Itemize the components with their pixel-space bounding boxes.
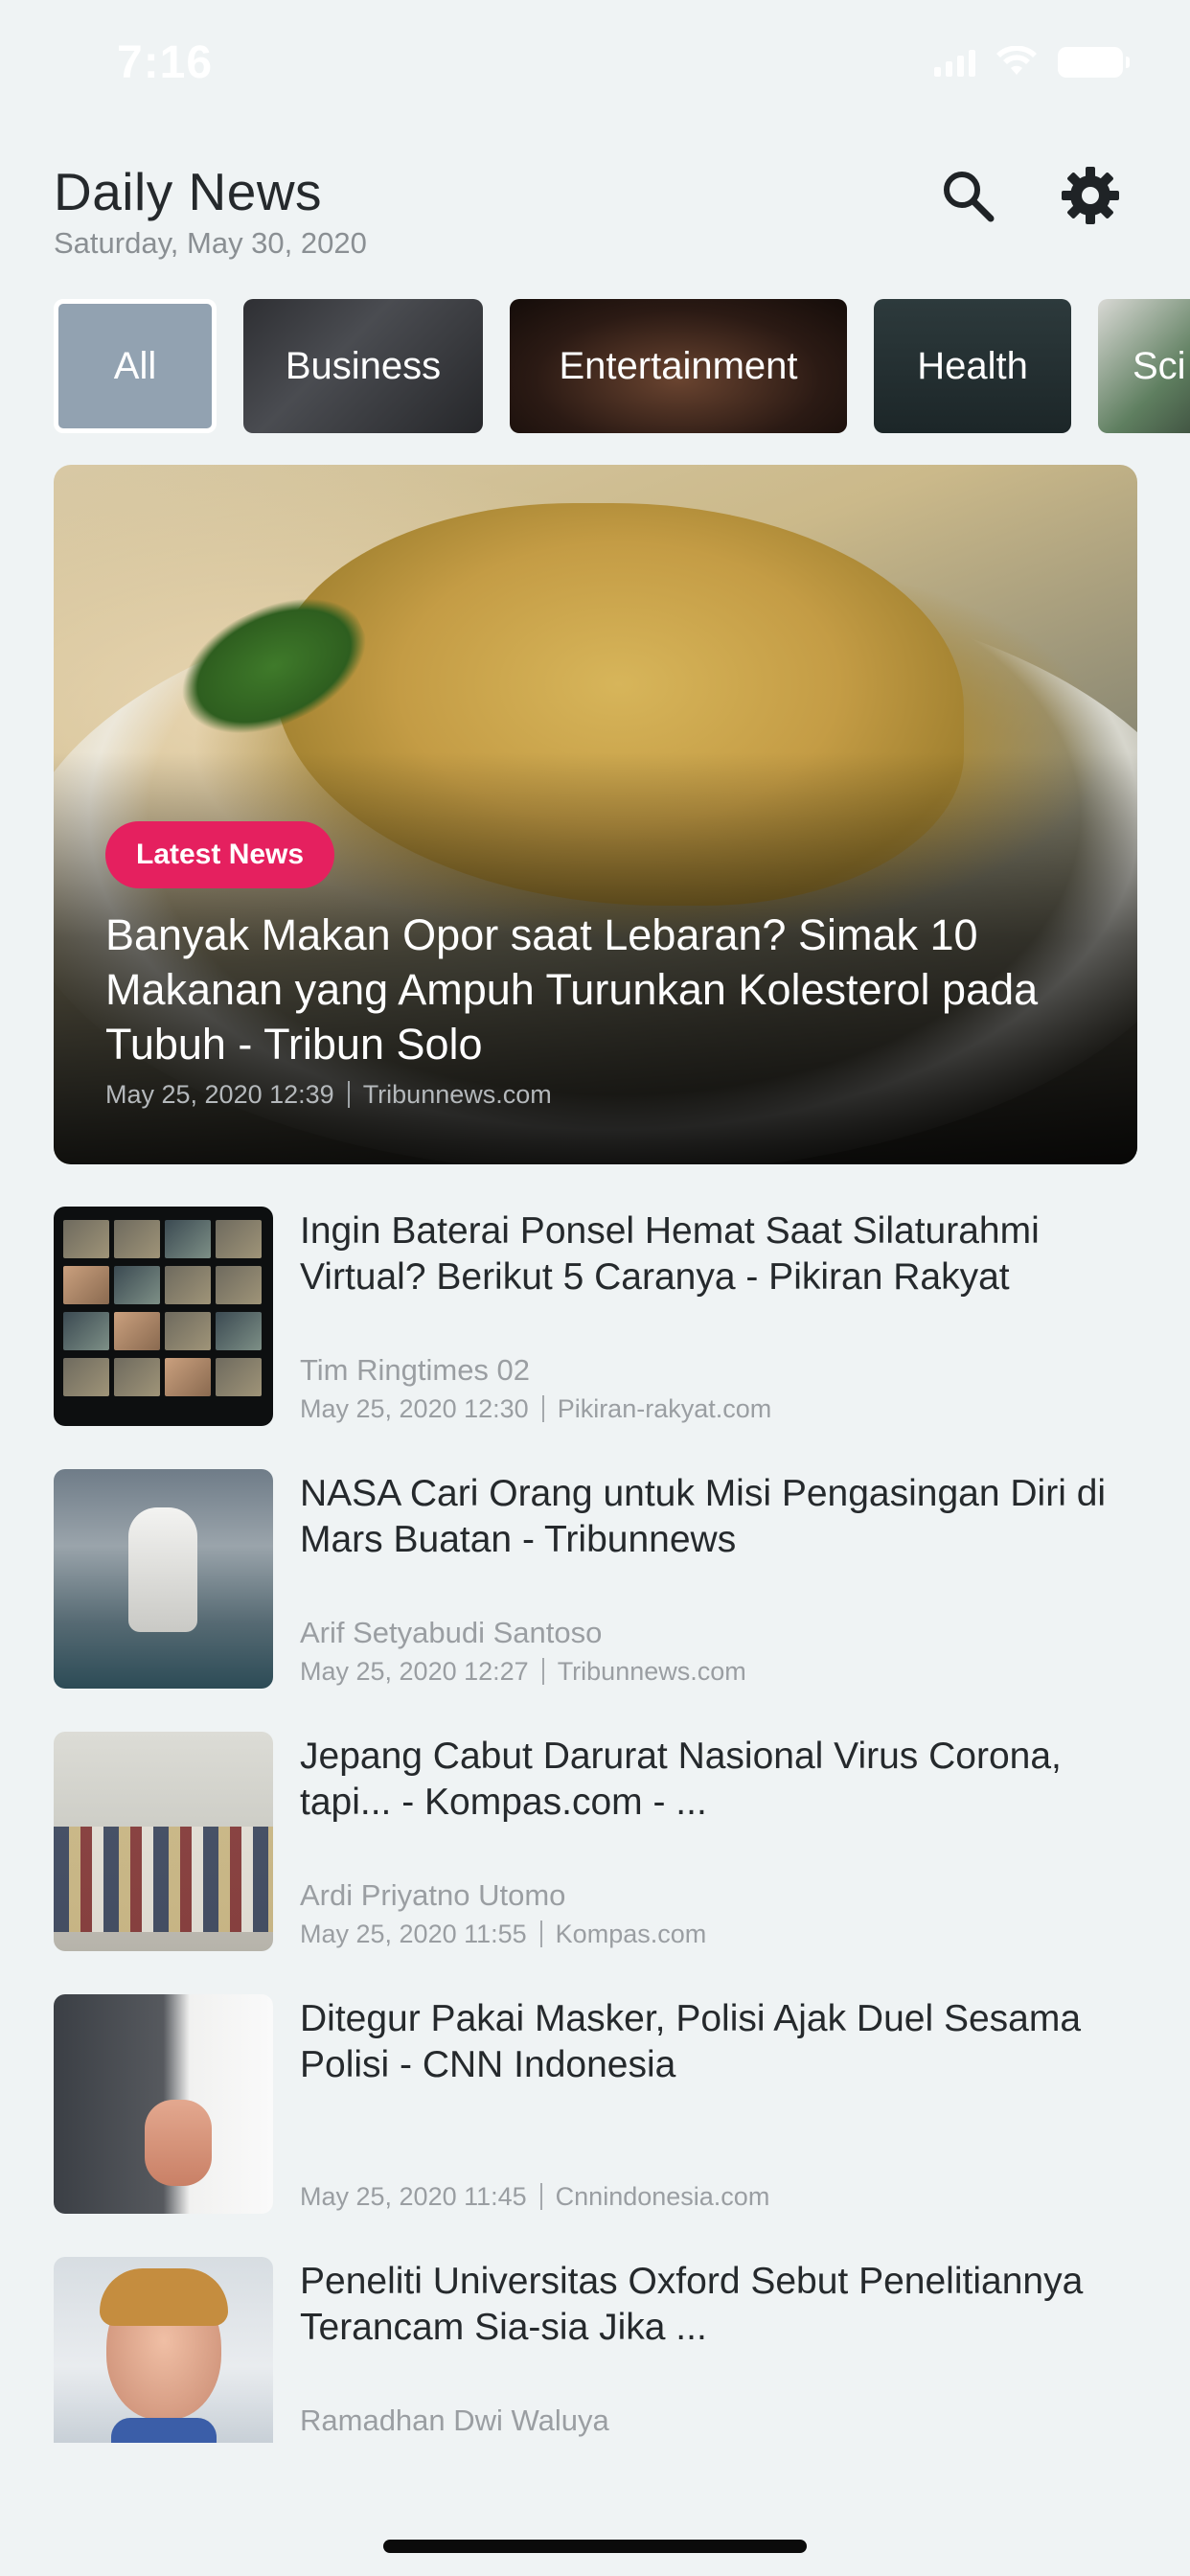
article-title: NASA Cari Orang untuk Misi Pengasingan D… <box>300 1473 1107 1560</box>
featured-article-datetime: May 25, 2020 12:39 <box>105 1080 334 1109</box>
featured-article-source: Tribunnews.com <box>362 1080 552 1109</box>
app-title: Daily News <box>54 162 323 221</box>
search-button[interactable] <box>935 163 1000 228</box>
featured-article-card[interactable]: Latest News Banyak Makan Opor saat Lebar… <box>54 465 1137 1164</box>
list-item[interactable]: Ditegur Pakai Masker, Polisi Ajak Duel S… <box>54 1994 1137 2257</box>
article-thumbnail <box>54 1732 273 1951</box>
home-indicator <box>383 2540 807 2553</box>
featured-article-title: Banyak Makan Opor saat Lebaran? Simak 10… <box>105 910 1039 1069</box>
category-science[interactable]: Sci <box>1098 299 1190 433</box>
wifi-icon <box>996 46 1037 75</box>
article-source: Cnnindonesia.com <box>555 2182 770 2211</box>
category-business[interactable]: Business <box>243 299 483 433</box>
list-item[interactable]: Ingin Baterai Ponsel Hemat Saat Silatura… <box>54 1207 1137 1469</box>
article-meta: May 25, 2020 11:45 Cnnindonesia.com <box>300 2182 769 2212</box>
category-entertainment[interactable]: Entertainment <box>510 299 847 433</box>
article-title: Peneliti Universitas Oxford Sebut Peneli… <box>300 2261 1084 2348</box>
list-item[interactable]: Peneliti Universitas Oxford Sebut Peneli… <box>54 2257 1137 2443</box>
article-author: Ardi Priyatno Utomo <box>300 1878 566 1912</box>
article-thumbnail <box>54 1469 273 1689</box>
article-meta: May 25, 2020 12:27 Tribunnews.com <box>300 1657 746 1687</box>
article-list: Ingin Baterai Ponsel Hemat Saat Silatura… <box>54 1207 1137 2443</box>
battery-icon <box>1058 47 1130 78</box>
article-datetime: May 25, 2020 12:30 <box>300 1394 529 1423</box>
category-bar: All Business Entertainment Health Sci <box>54 299 1190 433</box>
category-health[interactable]: Health <box>874 299 1071 433</box>
status-bar: 7:16 <box>0 0 1190 129</box>
list-item[interactable]: Jepang Cabut Darurat Nasional Virus Coro… <box>54 1732 1137 1994</box>
article-author: Ramadhan Dwi Waluya <box>300 2404 609 2437</box>
article-title: Ditegur Pakai Masker, Polisi Ajak Duel S… <box>300 1998 1082 2085</box>
article-thumbnail <box>54 1207 273 1426</box>
article-datetime: May 25, 2020 11:55 <box>300 1920 527 1948</box>
meta-separator <box>539 1920 542 1947</box>
article-meta: May 25, 2020 12:30 Pikiran-rakyat.com <box>300 1394 771 1424</box>
header-date: Saturday, May 30, 2020 <box>54 226 367 260</box>
latest-news-badge: Latest News <box>105 821 335 888</box>
article-datetime: May 25, 2020 11:45 <box>300 2182 527 2211</box>
gear-icon <box>1062 167 1119 224</box>
article-source: Kompas.com <box>555 1920 707 1948</box>
status-time: 7:16 <box>117 37 214 88</box>
article-meta: May 25, 2020 11:55 Kompas.com <box>300 1920 706 1949</box>
meta-separator <box>539 2183 542 2210</box>
article-thumbnail <box>54 1994 273 2214</box>
category-all[interactable]: All <box>54 299 217 433</box>
article-title: Ingin Baterai Ponsel Hemat Saat Silatura… <box>300 1210 1040 1298</box>
cellular-signal-icon <box>934 48 975 77</box>
search-icon <box>944 172 995 222</box>
article-author: Tim Ringtimes 02 <box>300 1353 531 1387</box>
article-datetime: May 25, 2020 12:27 <box>300 1657 529 1686</box>
meta-separator <box>347 1081 350 1108</box>
article-thumbnail <box>54 2257 273 2443</box>
article-author: Arif Setyabudi Santoso <box>300 1616 603 1649</box>
meta-separator <box>541 1658 544 1685</box>
settings-button[interactable] <box>1058 163 1123 228</box>
article-source: Pikiran-rakyat.com <box>557 1394 772 1423</box>
header-actions <box>935 163 1123 228</box>
article-source: Tribunnews.com <box>557 1657 746 1686</box>
meta-separator <box>541 1395 544 1422</box>
list-item[interactable]: NASA Cari Orang untuk Misi Pengasingan D… <box>54 1469 1137 1732</box>
article-title: Jepang Cabut Darurat Nasional Virus Coro… <box>300 1736 1062 1823</box>
featured-article-meta: May 25, 2020 12:39 Tribunnews.com <box>105 1080 552 1110</box>
status-icons <box>934 46 1130 79</box>
header: Daily News Saturday, May 30, 2020 <box>54 161 367 261</box>
